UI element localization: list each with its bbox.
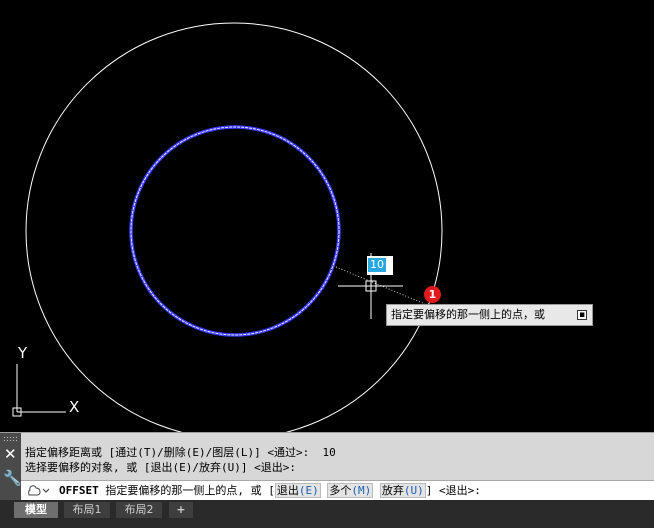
close-icon[interactable]: ✕ xyxy=(4,446,17,462)
tab-layout1[interactable]: 布局1 xyxy=(64,502,110,518)
option-label: 放弃 xyxy=(381,484,404,497)
history-line: 选择要偏移的对象, 或 [退出(E)/放弃(U)] <退出>: xyxy=(25,461,296,474)
command-panel-grip[interactable]: ✕ 🔧 xyxy=(0,433,22,501)
option-label: 退出 xyxy=(276,484,299,497)
command-prompt-icon[interactable] xyxy=(27,484,51,497)
dynamic-input-box[interactable]: 10 xyxy=(367,256,393,275)
dynamic-prompt-tooltip: 指定要偏移的那一侧上的点，或 ▪ xyxy=(386,304,593,326)
command-panel: ✕ 🔧 指定偏移距离或 [通过(T)/删除(E)/图层(L)] <通过>: 10… xyxy=(0,432,654,501)
option-exit[interactable]: 退出(E) xyxy=(274,483,321,498)
ucs-y-label: Y xyxy=(17,344,28,362)
grip-dots-icon[interactable] xyxy=(3,436,18,442)
tooltip-text: 指定要偏移的那一侧上的点，或 xyxy=(391,308,545,321)
layout-tabs: 模型 布局1 布局2 + xyxy=(0,500,654,528)
option-key: (U) xyxy=(403,484,424,497)
wrench-icon[interactable]: 🔧 xyxy=(3,470,22,486)
add-layout-button[interactable]: + xyxy=(169,502,193,518)
dynamic-input-value[interactable]: 10 xyxy=(368,258,386,272)
command-input-line[interactable]: OFFSET 指定要偏移的那一侧上的点, 或 [退出(E) 多个(M) 放弃(U… xyxy=(21,480,654,501)
command-name: OFFSET xyxy=(59,484,99,497)
tab-layout2[interactable]: 布局2 xyxy=(116,502,162,518)
prompt-tail: ] <退出>: xyxy=(425,484,481,497)
ucs-x-label: X xyxy=(69,398,79,416)
option-label: 多个 xyxy=(329,484,352,497)
tooltip-options-icon[interactable]: ▪ xyxy=(577,310,587,320)
prompt-text: 指定要偏移的那一侧上的点, 或 [ xyxy=(105,484,275,497)
command-prompt-text: OFFSET 指定要偏移的那一侧上的点, 或 [退出(E) 多个(M) 放弃(U… xyxy=(59,483,481,498)
command-history: 指定偏移距离或 [通过(T)/删除(E)/图层(L)] <通过>: 10 选择要偏… xyxy=(25,445,336,475)
tab-model[interactable]: 模型 xyxy=(14,502,58,518)
option-key: (E) xyxy=(298,484,319,497)
option-multiple[interactable]: 多个(M) xyxy=(327,483,374,498)
step-marker: 1 xyxy=(424,286,441,303)
drawing-canvas[interactable]: Y X xyxy=(0,0,654,432)
history-line: 指定偏移距离或 [通过(T)/删除(E)/图层(L)] <通过>: 10 xyxy=(25,446,336,459)
option-undo[interactable]: 放弃(U) xyxy=(379,483,426,498)
option-key: (M) xyxy=(351,484,372,497)
